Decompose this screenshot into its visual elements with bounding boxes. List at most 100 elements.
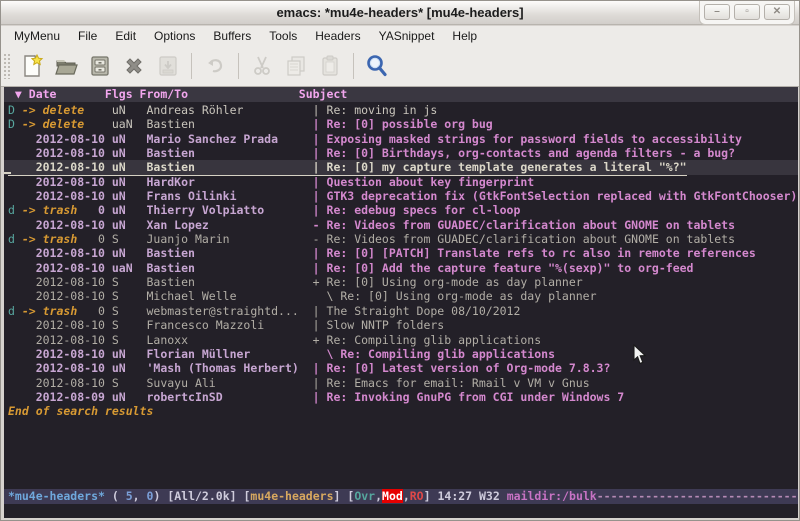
message-row[interactable]: 2012-08-10 S Bastien + Re: [0] Using org… (4, 275, 798, 289)
message-row[interactable]: 2012-08-10 uN Florian Müllner \ Re: Comp… (4, 347, 798, 361)
modeline-segment-p: ( (105, 489, 126, 503)
kill-buffer-button[interactable] (117, 51, 151, 81)
undo-icon (203, 54, 227, 78)
menu-bar: MyMenuFileEditOptionsBuffersToolsHeaders… (1, 26, 799, 46)
message-row[interactable]: 2012-08-10 S Michael Welle \ Re: [0] Usi… (4, 289, 798, 303)
message-row[interactable]: 2012-08-10 S Francesco Mazzoli | Slow NN… (4, 318, 798, 332)
message-row[interactable]: 2012-08-10 uN Frans Oilinki | GTK3 depre… (4, 189, 798, 203)
modeline-segment-p: ) (153, 489, 167, 503)
maximize-button[interactable]: ▫ (734, 4, 760, 20)
toolbar-grip[interactable] (3, 53, 11, 79)
message-row[interactable]: 2012-08-10 uN Bastien | Re: [0] [PATCH] … (4, 246, 798, 260)
message-row-text: 2012-08-10 uN Xan Lopez - Re: Videos fro… (8, 218, 735, 232)
minimize-button[interactable]: – (704, 4, 730, 20)
message-row[interactable]: d -> trash 0 uN Thierry Volpiatto | Re: … (4, 203, 798, 217)
mode-line[interactable]: *mu4e-headers* ( 5, 0) [All/2.0k] [mu4e-… (4, 489, 798, 504)
emacs-window: emacs: *mu4e-headers* [mu4e-headers] – ▫… (0, 0, 800, 521)
menu-item-headers[interactable]: Headers (306, 27, 369, 45)
message-row-text: 2012-08-10 uN Bastien | Re: [0] my captu… (8, 160, 687, 175)
search-icon (364, 53, 390, 79)
message-row-text: 2012-08-10 uaN Bastien | Re: [0] Add the… (8, 261, 693, 275)
header-rows: D -> delete uN Andreas Röhler | Re: movi… (4, 103, 798, 419)
menu-item-file[interactable]: File (69, 27, 106, 45)
menu-item-mymenu[interactable]: MyMenu (5, 27, 69, 45)
new-file-button[interactable] (15, 51, 49, 81)
save-icon (88, 54, 112, 78)
message-row[interactable]: 2012-08-10 uN Xan Lopez - Re: Videos fro… (4, 218, 798, 232)
message-row-text: d -> trash 0 S webmaster@straightd... | … (8, 304, 520, 318)
close-button[interactable]: ✕ (764, 4, 790, 20)
message-row[interactable]: 2012-08-10 S Suvayu Ali | Re: Emacs for … (4, 376, 798, 390)
modeline-segment-p: 14:27 W32 (437, 489, 506, 503)
message-row[interactable]: 2012-08-10 uN Bastien | Re: [0] Birthday… (4, 146, 798, 160)
modeline-segment-p: , (403, 489, 410, 503)
save-as-icon (156, 54, 180, 78)
message-row-text: 2012-08-10 uN Florian Müllner \ Re: Comp… (8, 347, 555, 361)
mouse-cursor (633, 344, 647, 365)
echo-area[interactable] (4, 505, 798, 518)
headers-column-header[interactable]: ▼ Date Flgs From/To Subject (4, 87, 798, 102)
mu4e-headers-buffer[interactable]: ▼ Date Flgs From/To Subject D -> delete … (4, 87, 798, 518)
copy-button[interactable] (279, 51, 313, 81)
message-row-text: 2012-08-09 uN robertcInSD | Re: Invoking… (8, 390, 624, 404)
modeline-segment-ovr: Ovr (354, 489, 375, 503)
end-of-search-results: End of search results (4, 404, 798, 418)
menu-item-yasnippet[interactable]: YASnippet (370, 27, 444, 45)
menu-item-edit[interactable]: Edit (106, 27, 145, 45)
title-bar[interactable]: emacs: *mu4e-headers* [mu4e-headers] – ▫… (1, 1, 799, 25)
message-row[interactable]: 2012-08-10 uN HardKor | Question about k… (4, 175, 798, 189)
message-row-text: 2012-08-10 S Lanoxx + Re: Compiling glib… (8, 333, 541, 347)
message-row[interactable]: D -> delete uN Andreas Röhler | Re: movi… (4, 103, 798, 117)
message-row-text: 2012-08-10 uN Mario Sanchez Prada | Expo… (8, 132, 742, 146)
message-row-text: 2012-08-10 S Bastien + Re: [0] Using org… (8, 275, 583, 289)
message-row-text: 2012-08-10 uN Bastien | Re: [0] Birthday… (8, 146, 735, 160)
save-buffer-button[interactable] (83, 51, 117, 81)
message-row-text: D -> delete uN Andreas Röhler | Re: movi… (8, 103, 437, 117)
message-row-text: End of search results (8, 404, 153, 418)
modeline-segment-dash: ----------------------------------------… (597, 489, 798, 503)
menu-item-tools[interactable]: Tools (260, 27, 306, 45)
tool-bar (1, 46, 799, 87)
message-row[interactable]: d -> trash 0 S Juanjo Marin - Re: Videos… (4, 232, 798, 246)
message-row-text: 2012-08-10 S Michael Welle \ Re: [0] Usi… (8, 289, 597, 303)
modeline-segment-n: 5 (126, 489, 133, 503)
menu-item-options[interactable]: Options (145, 27, 204, 45)
open-folder-icon (54, 54, 78, 78)
message-row-text: 2012-08-10 uN 'Mash (Thomas Herbert) | R… (8, 361, 610, 375)
toolbar-separator (353, 53, 354, 79)
message-row[interactable]: 2012-08-10 uN Mario Sanchez Prada | Expo… (4, 132, 798, 146)
message-row[interactable]: 2012-08-10 uN 'Mash (Thomas Herbert) | R… (4, 361, 798, 375)
toolbar-separator (238, 53, 239, 79)
search-button[interactable] (360, 51, 394, 81)
message-row[interactable]: 2012-08-10 uN Bastien | Re: [0] my captu… (4, 160, 798, 174)
modeline-segment-ro: RO (410, 489, 424, 503)
modeline-segment-p: , (375, 489, 382, 503)
undo-button[interactable] (198, 51, 232, 81)
kill-buffer-icon (122, 54, 146, 78)
message-row[interactable]: 2012-08-10 S Lanoxx + Re: Compiling glib… (4, 333, 798, 347)
paste-button[interactable] (313, 51, 347, 81)
message-row[interactable]: 2012-08-10 uaN Bastien | Re: [0] Add the… (4, 261, 798, 275)
message-row-text: 2012-08-10 uN Frans Oilinki | GTK3 depre… (8, 189, 797, 203)
menu-item-buffers[interactable]: Buffers (204, 27, 260, 45)
message-row-text: d -> trash 0 S Juanjo Marin - Re: Videos… (8, 232, 735, 246)
save-as-button[interactable] (151, 51, 185, 81)
copy-icon (284, 54, 308, 78)
menu-item-help[interactable]: Help (443, 27, 486, 45)
modeline-segment-name: mu4e-headers (250, 489, 333, 503)
message-row[interactable]: D -> delete uaN Bastien | Re: [0] possib… (4, 117, 798, 131)
modeline-segment-path: maildir:/bulk (507, 489, 597, 503)
cut-icon (250, 54, 274, 78)
toolbar-separator (191, 53, 192, 79)
cut-button[interactable] (245, 51, 279, 81)
message-row[interactable]: 2012-08-09 uN robertcInSD | Re: Invoking… (4, 390, 798, 404)
message-row-text: d -> trash 0 uN Thierry Volpiatto | Re: … (8, 203, 520, 217)
window-title: emacs: *mu4e-headers* [mu4e-headers] (276, 5, 523, 20)
message-row-text: D -> delete uaN Bastien | Re: [0] possib… (8, 117, 493, 131)
modeline-segment-mod: Mod (382, 489, 403, 503)
window-controls: – ▫ ✕ (699, 1, 795, 25)
modeline-segment-buf: *mu4e-headers* (8, 489, 105, 503)
message-row[interactable]: d -> trash 0 S webmaster@straightd... | … (4, 304, 798, 318)
open-file-button[interactable] (49, 51, 83, 81)
message-row-text: 2012-08-10 uN Bastien | Re: [0] [PATCH] … (8, 246, 756, 260)
